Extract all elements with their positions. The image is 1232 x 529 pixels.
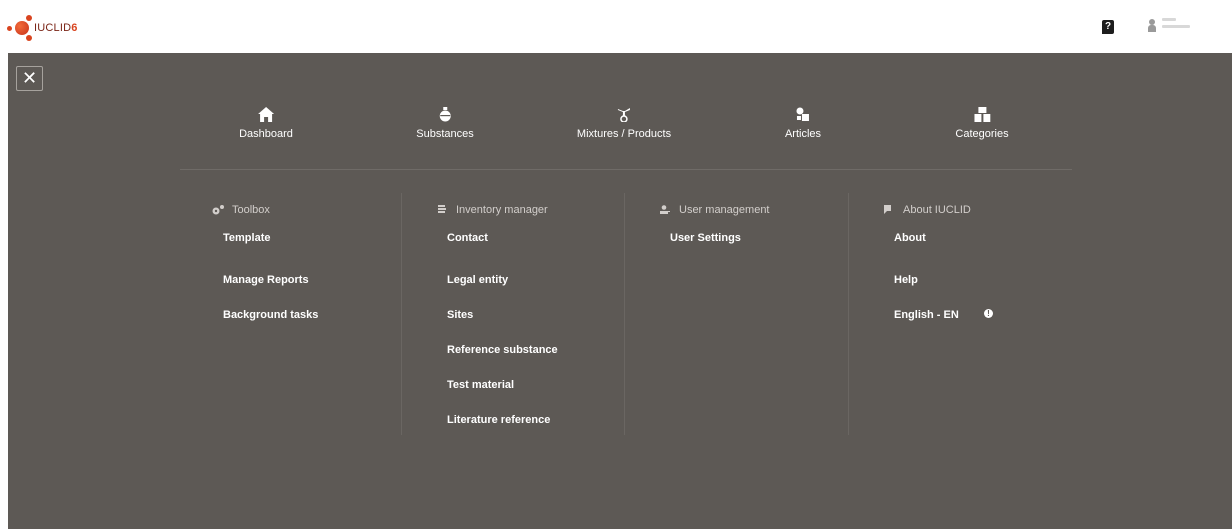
nav-substances[interactable]: Substances [416, 107, 474, 140]
nav-label: Articles [784, 128, 822, 140]
flask-icon [439, 107, 451, 122]
nav-dashboard[interactable]: Dashboard [239, 107, 293, 140]
nav-label: Mixtures / Products [576, 128, 672, 140]
inventory-manager-section: Inventory manager Contact Legal entity S… [402, 193, 625, 435]
logo-text: IUCLID6 [34, 22, 78, 34]
user-icon [1148, 18, 1156, 32]
menu-item-contact[interactable]: Contact [447, 228, 624, 263]
user-menu[interactable] [1148, 18, 1190, 32]
section-header: Inventory manager [436, 203, 624, 217]
menu-item-sites[interactable]: Sites [447, 298, 624, 333]
top-navigation: Dashboard Substances Mixtures / Products… [8, 107, 1232, 147]
section-header: About IUCLID [883, 203, 1073, 217]
toolbox-section: Toolbox Template Manage Reports Backgrou… [178, 193, 402, 435]
nav-label: Categories [955, 128, 1009, 140]
user-management-icon [660, 205, 670, 214]
nav-articles[interactable]: Articles [785, 107, 821, 140]
help-button[interactable]: ? [1102, 20, 1114, 34]
iuclid-logo[interactable]: IUCLID6 [6, 12, 78, 44]
about-iuclid-section: About IUCLID About Help English - EN ! [849, 193, 1073, 435]
close-button[interactable]: ✕ [16, 66, 43, 91]
nav-mixtures-products[interactable]: Mixtures / Products [577, 107, 671, 140]
main-menu-panel: ✕ Dashboard Substances Mixtures / Produc… [8, 53, 1232, 529]
menu-item-user-settings[interactable]: User Settings [670, 228, 848, 263]
menu-item-manage-reports[interactable]: Manage Reports [223, 263, 401, 298]
gears-icon [212, 205, 224, 215]
categories-icon [973, 107, 990, 122]
nav-label: Substances [416, 128, 474, 140]
logo-molecule-icon [6, 12, 36, 44]
section-title: User management [679, 204, 770, 216]
user-name-placeholder [1162, 18, 1190, 28]
section-header: Toolbox [212, 203, 401, 217]
section-title: Inventory manager [456, 204, 548, 216]
menu-item-about[interactable]: About [894, 228, 1073, 263]
inventory-icon [438, 205, 446, 213]
top-bar: IUCLID6 ? [0, 0, 1232, 53]
section-title: About IUCLID [903, 204, 971, 216]
menu-item-reference-substance[interactable]: Reference substance [447, 333, 624, 368]
menu-item-legal-entity[interactable]: Legal entity [447, 263, 624, 298]
menu-item-template[interactable]: Template [223, 228, 401, 263]
menu-item-help[interactable]: Help [894, 263, 1073, 298]
comment-icon [884, 205, 891, 214]
section-title: Toolbox [232, 204, 270, 216]
nav-categories[interactable]: Categories [955, 107, 1009, 140]
menu-item-test-material[interactable]: Test material [447, 368, 624, 403]
info-icon[interactable]: ! [984, 309, 993, 318]
nav-label: Dashboard [239, 128, 293, 140]
user-management-section: User management User Settings [625, 193, 849, 435]
section-header: User management [659, 203, 848, 217]
menu-item-background-tasks[interactable]: Background tasks [223, 298, 401, 333]
nav-divider [180, 169, 1072, 170]
home-icon [257, 107, 274, 122]
menu-item-literature-reference[interactable]: Literature reference [447, 403, 624, 438]
mixtures-icon [617, 108, 630, 122]
articles-icon [796, 107, 809, 121]
